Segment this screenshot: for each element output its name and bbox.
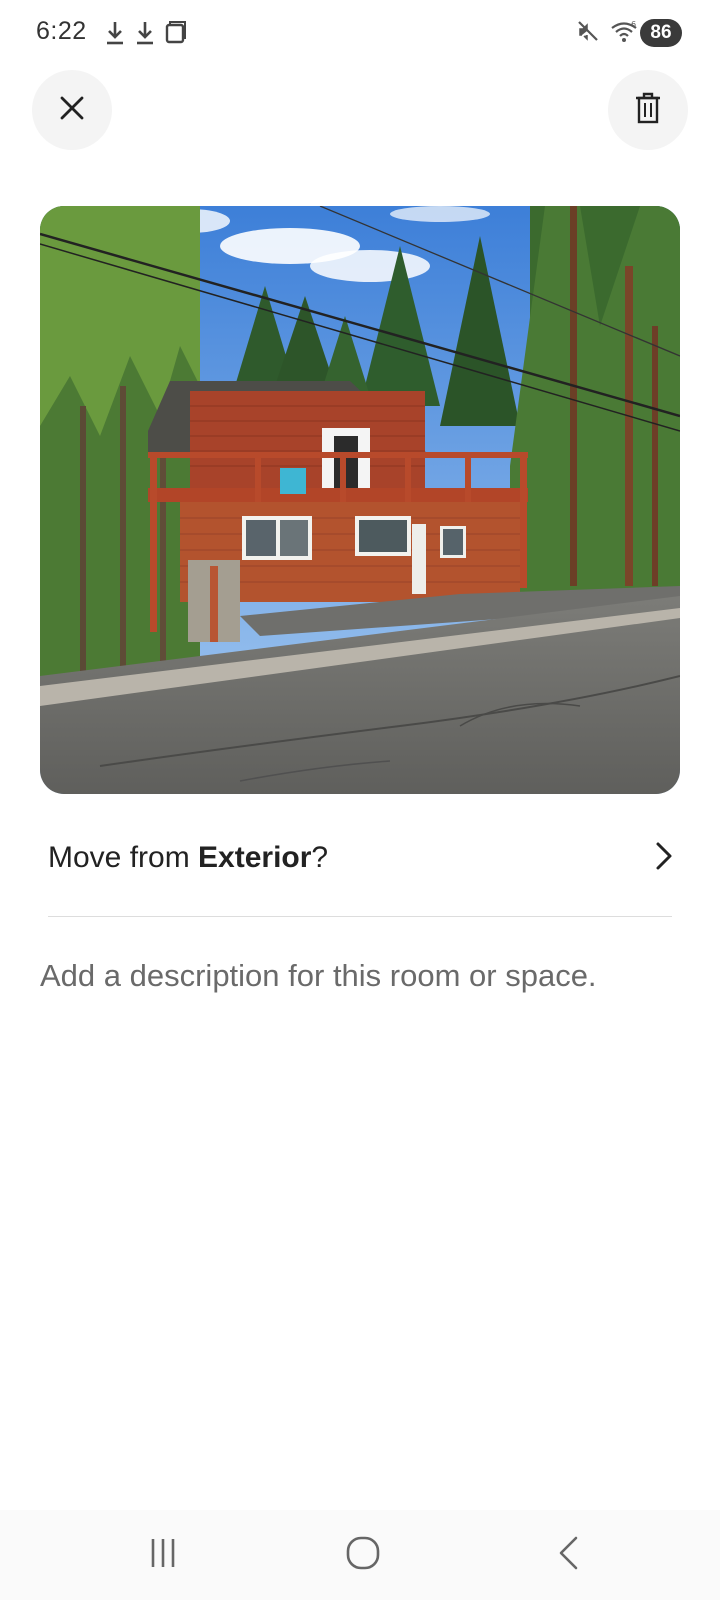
wifi-icon: 6 [610,19,638,48]
download-icon [104,20,126,51]
battery-badge: 86 [640,19,682,47]
delete-button[interactable] [608,70,688,150]
home-icon [345,1535,381,1576]
recents-button[interactable] [133,1530,193,1580]
close-button[interactable] [32,70,112,150]
move-room-label: Move from Exterior? [48,841,328,875]
svg-text:6: 6 [631,20,636,29]
photo-edit-screen: 6:22 6 86 Move from Exterior? Add a desc… [0,0,720,1600]
chevron-right-icon [654,841,674,876]
status-bar: 6:22 6 86 [0,0,720,66]
screenshot-icon [164,20,186,51]
divider [48,916,672,917]
close-icon [58,94,86,127]
status-left-icons [104,20,186,51]
download-icon [134,20,156,51]
recents-icon [147,1537,179,1574]
home-button[interactable] [333,1530,393,1580]
trash-icon [634,92,662,129]
description-input[interactable] [40,958,690,994]
move-room-row[interactable]: Move from Exterior? [48,828,674,888]
system-nav-bar [0,1510,720,1600]
back-icon [556,1535,580,1576]
back-button[interactable] [538,1530,598,1580]
current-room-name: Exterior [198,841,312,874]
mute-icon [576,19,600,48]
house-exterior-photo [40,206,680,794]
status-time: 6:22 [36,17,87,45]
move-suffix: ? [311,841,329,874]
move-prefix: Move from [48,841,199,874]
